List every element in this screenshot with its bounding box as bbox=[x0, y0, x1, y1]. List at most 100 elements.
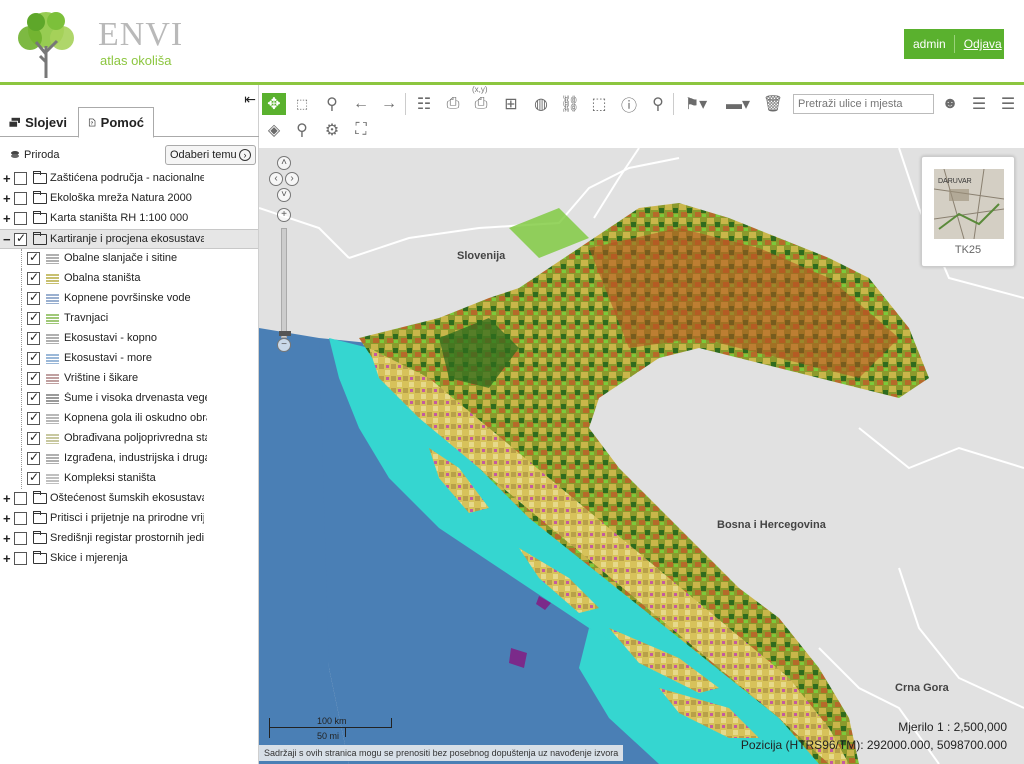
clear-icon[interactable]: 🗑 bbox=[761, 93, 785, 115]
layer-checkbox[interactable] bbox=[27, 450, 40, 465]
layer-checkbox[interactable] bbox=[27, 330, 40, 345]
settings-icon[interactable]: ⚙ bbox=[320, 119, 344, 141]
database-add-icon[interactable]: ☰ bbox=[996, 93, 1020, 115]
pan-left-icon[interactable]: ‹ bbox=[269, 172, 283, 186]
layer-checkbox[interactable] bbox=[14, 172, 27, 185]
layer-group-label: Skice i mjerenja bbox=[50, 552, 128, 564]
print-xy-icon[interactable]: ⎙ bbox=[469, 93, 493, 115]
user-search-icon[interactable]: ☻ bbox=[938, 93, 962, 115]
logout-link[interactable]: Odjava bbox=[955, 37, 1002, 51]
layer-row[interactable]: Ekosustavi - kopno bbox=[0, 329, 258, 349]
hierarchy-icon[interactable]: ⊞ bbox=[499, 93, 523, 115]
layer-row[interactable]: Izgrađena, industrijska i druga bbox=[0, 449, 258, 469]
layer-checkbox[interactable] bbox=[14, 512, 27, 525]
expand-icon[interactable]: + bbox=[3, 552, 13, 565]
layer-group-row[interactable]: + Pritisci i prijetnje na prirodne vrije bbox=[0, 509, 258, 529]
layer-checkbox[interactable] bbox=[27, 430, 40, 445]
legend-swatch-icon bbox=[46, 474, 59, 484]
compare-icon[interactable]: ☷ bbox=[412, 93, 436, 115]
layer-group-row[interactable]: + Središnji registar prostornih jedin bbox=[0, 529, 258, 549]
layer-checkbox[interactable] bbox=[27, 410, 40, 425]
xy-label: (x,y) bbox=[472, 85, 488, 94]
layer-checkbox[interactable] bbox=[14, 192, 27, 205]
globe-icon[interactable]: ◍ bbox=[529, 93, 553, 115]
layer-group-row[interactable]: − Kartiranje i procjena ekosustava bbox=[0, 229, 258, 249]
choose-theme-label: Odaberi temu bbox=[170, 149, 237, 161]
layer-row[interactable]: Kompleksi staništa bbox=[0, 469, 258, 489]
layer-checkbox[interactable] bbox=[27, 470, 40, 485]
layer-group-row[interactable]: + Karta staništa RH 1:100 000 bbox=[0, 209, 258, 229]
measure-icon[interactable]: ▬▾ bbox=[721, 93, 755, 115]
layer-checkbox[interactable] bbox=[27, 250, 40, 265]
link-icon[interactable]: ⛓ bbox=[558, 93, 582, 115]
forward-icon[interactable]: → bbox=[377, 93, 401, 115]
layers-icon[interactable]: ◈ bbox=[262, 119, 286, 141]
layer-row[interactable]: Ekosustavi - more bbox=[0, 349, 258, 369]
layer-row[interactable]: Obrađivana poljoprivredna sta bbox=[0, 429, 258, 449]
layer-checkbox[interactable] bbox=[27, 270, 40, 285]
layer-checkbox[interactable] bbox=[27, 350, 40, 365]
pan-up-icon[interactable]: ˄ bbox=[277, 156, 291, 170]
map-canvas[interactable]: Slovenija Bosna i Hercegovina Crna Gora … bbox=[259, 148, 1024, 764]
layer-row[interactable]: Kopnene površinske vode bbox=[0, 289, 258, 309]
collapse-icon[interactable]: − bbox=[3, 233, 13, 246]
layer-tree: + Zaštićena područja - nacionalne + Ekološk… bbox=[0, 169, 258, 569]
expand-icon[interactable]: + bbox=[3, 192, 13, 205]
database-icon[interactable]: ☰ bbox=[967, 93, 991, 115]
marker-icon[interactable]: ⚑▾ bbox=[679, 93, 713, 115]
pan-right-icon[interactable]: › bbox=[285, 172, 299, 186]
expand-icon[interactable]: + bbox=[3, 532, 13, 545]
pan-icon[interactable]: ✥ bbox=[262, 93, 286, 115]
print-icon[interactable]: ⎙ bbox=[441, 93, 465, 115]
choose-theme-button[interactable]: Odaberi temu › bbox=[165, 145, 256, 165]
back-icon[interactable]: ← bbox=[349, 93, 373, 115]
layer-row[interactable]: Travnjaci bbox=[0, 309, 258, 329]
layer-group-label: Pritisci i prijetnje na prirodne vrije bbox=[50, 512, 204, 524]
layer-checkbox[interactable] bbox=[27, 390, 40, 405]
expand-icon[interactable]: + bbox=[3, 512, 13, 525]
layer-group-row[interactable]: + Skice i mjerenja bbox=[0, 549, 258, 569]
logo-tree-icon bbox=[18, 12, 74, 78]
zoom-slider[interactable] bbox=[279, 228, 291, 338]
layer-checkbox[interactable] bbox=[14, 231, 27, 246]
layer-checkbox[interactable] bbox=[14, 212, 27, 225]
fullscreen-icon[interactable]: ⛶ bbox=[349, 119, 373, 141]
layer-label: Kopnene površinske vode bbox=[64, 292, 191, 304]
layer-group-label: Ekološka mreža Natura 2000 bbox=[50, 192, 192, 204]
layer-row[interactable]: Obalne slanjače i sitine bbox=[0, 249, 258, 269]
layer-checkbox[interactable] bbox=[14, 552, 27, 565]
expand-icon[interactable]: + bbox=[3, 212, 13, 225]
layer-row[interactable]: Obalna staništa bbox=[0, 269, 258, 289]
layer-checkbox[interactable] bbox=[27, 290, 40, 305]
zoom-in-icon[interactable]: + bbox=[277, 208, 291, 222]
layer-group-row[interactable]: + Oštećenost šumskih ekosustava bbox=[0, 489, 258, 509]
map-graphic bbox=[259, 148, 1024, 764]
layer-checkbox[interactable] bbox=[14, 492, 27, 505]
layer-row[interactable]: Šume i visoka drvenasta vege bbox=[0, 389, 258, 409]
tab-layers[interactable]: Slojevi bbox=[0, 107, 76, 137]
search-input[interactable] bbox=[793, 94, 934, 114]
zoom-layer-icon[interactable]: ⚲ bbox=[290, 119, 314, 141]
collapse-panel-icon[interactable]: ⇤ bbox=[238, 88, 262, 110]
layer-row[interactable]: Vrištine i šikare bbox=[0, 369, 258, 389]
layer-group-row[interactable]: + Zaštićena područja - nacionalne bbox=[0, 169, 258, 189]
zoom-slider-handle[interactable] bbox=[279, 331, 291, 336]
zoom-out-icon[interactable]: − bbox=[277, 338, 291, 352]
panel-tabs: Slojevi ? Pomoć bbox=[0, 107, 259, 138]
layer-row[interactable]: Kopnena gola ili oskudno obra bbox=[0, 409, 258, 429]
search-icon[interactable]: ⚲ bbox=[646, 93, 670, 115]
info-icon[interactable]: ⓘ bbox=[617, 93, 641, 115]
tab-help[interactable]: ? Pomoć bbox=[78, 107, 154, 138]
layer-checkbox[interactable] bbox=[27, 370, 40, 385]
layer-checkbox[interactable] bbox=[14, 532, 27, 545]
select-info-icon[interactable]: ⬚ bbox=[587, 93, 611, 115]
zoom-box-icon[interactable]: ⬚ bbox=[290, 93, 314, 115]
basemap-switcher[interactable]: DARUVAR TK25 bbox=[921, 156, 1015, 267]
legend-swatch-icon bbox=[46, 314, 59, 324]
layer-group-row[interactable]: + Ekološka mreža Natura 2000 bbox=[0, 189, 258, 209]
expand-icon[interactable]: + bbox=[3, 172, 13, 185]
layer-checkbox[interactable] bbox=[27, 310, 40, 325]
identify-icon[interactable]: ⚲ bbox=[320, 93, 344, 115]
expand-icon[interactable]: + bbox=[3, 492, 13, 505]
pan-down-icon[interactable]: ˅ bbox=[277, 188, 291, 202]
